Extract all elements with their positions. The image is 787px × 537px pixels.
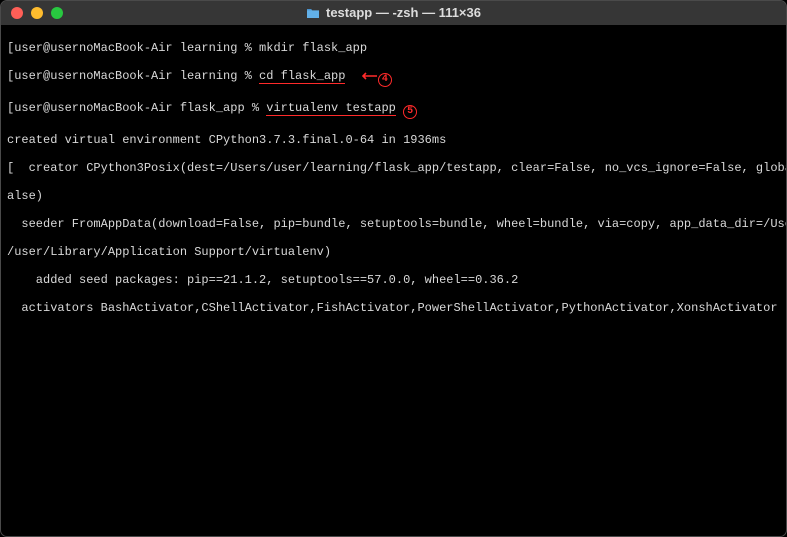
output: created virtual environment CPython3.7.3… [7,133,780,147]
blank-line [7,329,780,343]
window-title: testapp — -zsh — 111×36 [1,6,786,20]
zoom-icon[interactable] [51,7,63,19]
output: added seed packages: pip==21.1.2, setupt… [7,273,780,287]
blank-line [7,357,780,371]
command: virtualenv testapp [266,101,396,116]
blank-line [7,525,780,536]
annotation-number: 5 [403,105,417,119]
annotation-arrow-icon [360,69,378,83]
terminal-area[interactable]: [user@usernoMacBook-Air learning % mkdir… [1,25,786,536]
terminal-window: testapp — -zsh — 111×36 [user@usernoMacB… [0,0,787,537]
blank-line [7,441,780,455]
prompt: [user@usernoMacBook-Air flask_app % [7,101,266,115]
traffic-lights [11,7,63,19]
output: alse) [7,189,780,203]
command: mkdir flask_app [259,41,367,55]
annotation-number: 4 [378,73,392,87]
minimize-icon[interactable] [31,7,43,19]
term-line: [user@usernoMacBook-Air learning % mkdir… [7,41,780,55]
command: cd flask_app [259,69,345,84]
close-icon[interactable] [11,7,23,19]
folder-icon [306,8,320,19]
prompt: [user@usernoMacBook-Air learning % [7,41,259,55]
output: activators BashActivator,CShellActivator… [7,301,780,315]
output: /user/Library/Application Support/virtua… [7,245,780,259]
prompt: [user@usernoMacBook-Air learning % [7,69,259,83]
blank-line [7,469,780,483]
output: seeder FromAppData(download=False, pip=b… [7,217,780,231]
blank-line [7,413,780,427]
output: [ creator CPython3Posix(dest=/Users/user… [7,161,780,175]
blank-line [7,385,780,399]
window-title-text: testapp — -zsh — 111×36 [326,6,481,20]
term-line: [user@usernoMacBook-Air flask_app % virt… [7,101,780,119]
term-line: [user@usernoMacBook-Air learning % cd fl… [7,69,780,87]
blank-line [7,497,780,511]
titlebar[interactable]: testapp — -zsh — 111×36 [1,1,786,25]
